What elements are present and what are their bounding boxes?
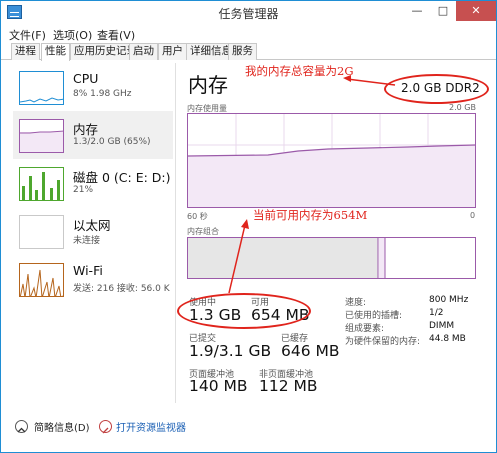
menu-file[interactable]: 文件(F): [9, 27, 46, 43]
available-arrow: [228, 219, 249, 294]
slots-label: 已使用的插槽:: [345, 311, 403, 321]
page-title: 内存: [188, 73, 228, 97]
task-manager-window: 任务管理器 — □ ✕ 文件(F) 选项(O) 查看(V) 进程 性能 应用历史…: [0, 0, 497, 453]
tab-strip: 进程 性能 应用历史记录 启动 用户 详细信息 服务: [1, 42, 496, 61]
available-annotation: 当前可用内存为654M: [253, 208, 368, 222]
sidebar-item-label: Wi-Fi: [73, 263, 103, 278]
title-bar[interactable]: 任务管理器 — □ ✕: [1, 1, 496, 25]
usage-chart-max: 2.0 GB: [449, 103, 476, 112]
cpu-thumbnail: [19, 71, 64, 105]
committed-value: 1.9/3.1 GB: [189, 342, 272, 360]
tab-performance[interactable]: 性能: [41, 43, 70, 61]
sidebar-item-sub: 21%: [73, 185, 94, 195]
chevron-up-icon[interactable]: [15, 420, 28, 433]
menu-bar: 文件(F) 选项(O) 查看(V): [1, 25, 496, 42]
sidebar-item-label: 磁盘 0 (C: E: D:): [73, 170, 171, 185]
sidebar-item-memory[interactable]: 内存 1.3/2.0 GB (65%): [13, 111, 173, 159]
hardware-reserved-value: 44.8 MB: [429, 334, 466, 344]
close-button[interactable]: ✕: [456, 1, 496, 21]
capacity-highlight: [384, 74, 489, 104]
sidebar-item-label: CPU: [73, 71, 99, 86]
footer-bar: 简略信息(D) 打开资源监视器: [1, 411, 496, 452]
speed-label: 速度:: [345, 298, 367, 308]
sidebar-item-ethernet[interactable]: 以太网 未连接: [13, 207, 173, 255]
menu-view[interactable]: 查看(V): [97, 27, 135, 43]
sidebar-item-sub: 8% 1.98 GHz: [73, 89, 132, 99]
resource-monitor-icon: [99, 420, 112, 434]
sidebar-item-sub: 发送: 216 接收: 56.0 K: [73, 284, 170, 294]
memory-usage-chart: [187, 113, 476, 208]
slots-value: 1/2: [429, 308, 444, 318]
cached-value: 646 MB: [281, 342, 340, 360]
ethernet-thumbnail: [19, 215, 64, 249]
wifi-thumbnail: [19, 263, 64, 297]
available-highlight: [177, 293, 311, 329]
time-axis-right: 0: [470, 211, 476, 220]
sidebar-item-wifi[interactable]: Wi-Fi 发送: 216 接收: 56.0 K: [13, 255, 173, 303]
sidebar-item-sub: 未连接: [73, 236, 101, 246]
tab-users[interactable]: 用户: [158, 43, 187, 60]
sidebar-item-sub: 1.3/2.0 GB (65%): [73, 137, 151, 147]
paged-pool-value: 140 MB: [189, 377, 248, 395]
tab-services[interactable]: 服务: [228, 43, 257, 60]
composition-chart-label: 内存组合: [187, 227, 219, 236]
time-axis-left: 60 秒: [187, 212, 208, 221]
capacity-annotation: 我的内存总容量为2G: [245, 64, 354, 78]
fewer-details-button[interactable]: 简略信息(D): [34, 419, 90, 434]
form-factor-label: 组成要素:: [345, 324, 385, 334]
memory-thumbnail: [19, 119, 64, 153]
nonpaged-pool-value: 112 MB: [259, 377, 318, 395]
performance-sidebar: CPU 8% 1.98 GHz 内存 1.3/2.0 GB (65%) 磁盘 0…: [13, 63, 176, 403]
form-factor-value: DIMM: [429, 321, 455, 331]
maximize-button[interactable]: □: [430, 1, 456, 21]
hardware-reserved-label: 为硬件保留的内存:: [345, 337, 421, 347]
menu-options[interactable]: 选项(O): [53, 27, 92, 43]
minimize-button[interactable]: —: [404, 1, 430, 21]
sidebar-item-disk[interactable]: 磁盘 0 (C: E: D:) 21%: [13, 159, 173, 207]
sidebar-item-label: 以太网: [73, 218, 111, 233]
tab-processes[interactable]: 进程: [11, 43, 40, 60]
speed-value: 800 MHz: [429, 295, 469, 305]
sidebar-item-label: 内存: [73, 122, 99, 137]
open-resource-monitor-link[interactable]: 打开资源监视器: [116, 419, 186, 434]
tab-startup[interactable]: 启动: [129, 43, 158, 60]
disk-thumbnail: [19, 167, 64, 201]
sidebar-item-cpu[interactable]: CPU 8% 1.98 GHz: [13, 63, 173, 111]
